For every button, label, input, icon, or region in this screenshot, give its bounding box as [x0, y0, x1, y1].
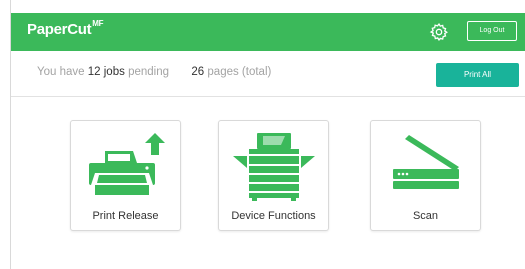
tile-label-print-release: Print Release — [92, 210, 159, 222]
jobs-word: jobs — [103, 66, 125, 78]
pages-count: 26 — [191, 66, 205, 78]
tile-print-release[interactable]: Print Release — [70, 120, 181, 231]
printer-upload-icon — [89, 133, 165, 195]
tile-scan[interactable]: Scan — [370, 120, 481, 231]
tile-device-functions[interactable]: Device Functions — [218, 120, 329, 231]
copier-icon — [233, 133, 315, 201]
scanner-icon — [393, 135, 459, 189]
pending-jobs-summary: You have 12 jobs pending 26 pages (total… — [37, 66, 271, 78]
jobs-count: 12 — [87, 66, 101, 78]
print-all-button[interactable]: Print All — [436, 63, 519, 87]
app-frame: PaperCutMF Log Out You have 12 jobs pend… — [10, 0, 525, 269]
pages-suffix: pages (total) — [207, 66, 272, 78]
brand-logo: PaperCutMF — [27, 19, 104, 38]
logo-suffix: MF — [92, 19, 104, 28]
logout-button[interactable]: Log Out — [467, 21, 517, 41]
tile-label-scan: Scan — [412, 210, 439, 222]
tile-label-device-functions: Device Functions — [231, 210, 316, 222]
status-prefix: You have — [37, 66, 85, 78]
logo-text: PaperCut — [27, 21, 92, 38]
top-bar: PaperCutMF Log Out — [11, 13, 525, 51]
status-bar: You have 12 jobs pending 26 pages (total… — [11, 51, 525, 97]
gear-icon[interactable] — [429, 22, 449, 42]
pending-word: pending — [128, 66, 169, 78]
